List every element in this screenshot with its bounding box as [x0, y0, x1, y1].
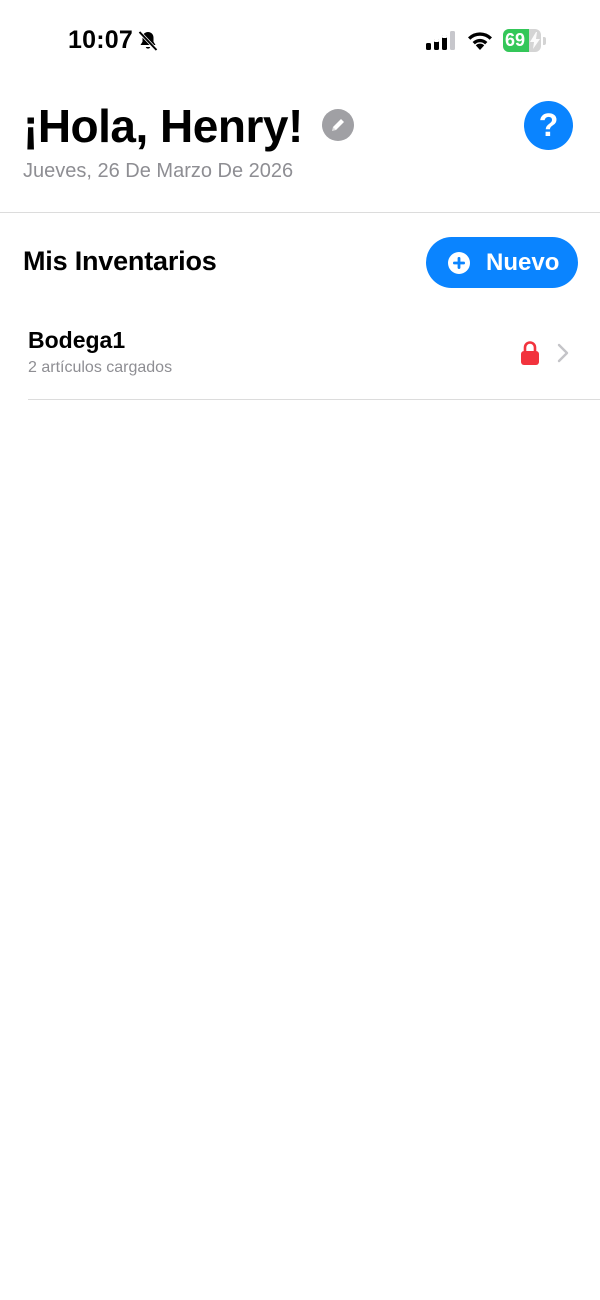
help-button[interactable]: ?: [524, 101, 573, 150]
current-date: Jueves, 26 De Marzo De 2026: [23, 160, 294, 182]
wifi-icon: [468, 32, 492, 50]
lightning-bolt-icon: [530, 32, 540, 49]
pencil-icon: [332, 119, 344, 131]
status-time: 10:07: [68, 26, 133, 54]
cellular-signal-icon: [426, 31, 455, 50]
battery-tip: [543, 37, 546, 45]
inventory-list-item[interactable]: Bodega1 2 artículos cargados: [28, 318, 600, 400]
new-inventory-button[interactable]: Nuevo: [426, 237, 578, 288]
section-title: Mis Inventarios: [23, 246, 217, 276]
battery-body: 69: [503, 29, 541, 52]
battery-charging-icon: 69: [503, 29, 547, 52]
greeting-title: ¡Hola, Henry!: [23, 100, 303, 152]
bell-slash-icon: [138, 30, 158, 52]
row-divider: [28, 399, 600, 400]
chevron-right-icon: [557, 343, 569, 363]
battery-level: 69: [505, 30, 526, 50]
inventory-item-count: 2 artículos cargados: [28, 359, 173, 376]
edit-name-button[interactable]: [322, 109, 354, 141]
status-bar: 10:07 69: [0, 0, 600, 82]
help-label: ?: [538, 107, 559, 143]
new-button-label: Nuevo: [486, 248, 560, 276]
inventory-name: Bodega1: [28, 327, 126, 353]
plus-circle-icon: [448, 251, 470, 274]
lock-icon: [521, 341, 539, 365]
header-divider: [0, 212, 600, 213]
